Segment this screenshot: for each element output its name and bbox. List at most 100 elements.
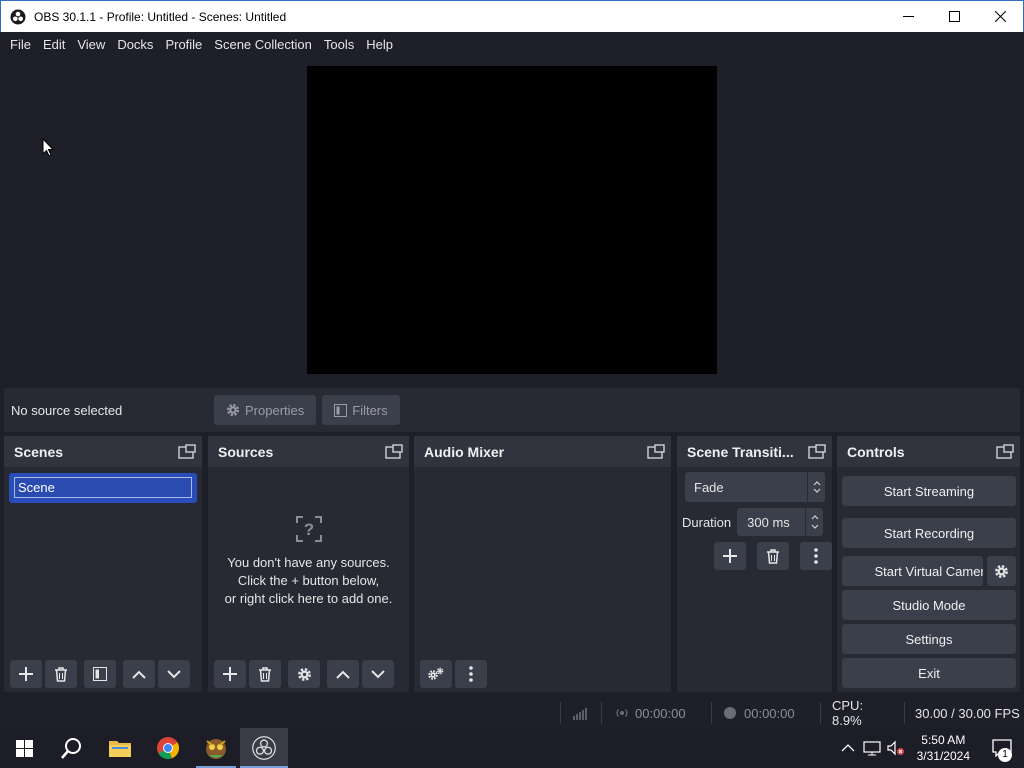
search-button[interactable] xyxy=(48,728,96,768)
filters-button[interactable]: Filters xyxy=(322,395,400,425)
minimize-button[interactable] xyxy=(885,1,931,33)
gear-icon xyxy=(226,403,240,417)
undock-icon[interactable] xyxy=(808,443,826,460)
maximize-button[interactable] xyxy=(931,1,977,33)
audio-mixer-toolbar xyxy=(414,656,671,692)
spin-arrows-icon[interactable] xyxy=(805,508,823,536)
settings-button[interactable]: Settings xyxy=(842,624,1016,654)
menu-scene-collection[interactable]: Scene Collection xyxy=(208,32,318,57)
remove-transition-button[interactable] xyxy=(757,542,789,570)
controls-dock: Controls Start Streaming Start Recording… xyxy=(837,436,1020,692)
controls-dock-header: Controls xyxy=(837,436,1020,467)
context-bar: No source selected Properties Filters xyxy=(4,388,1020,432)
plus-icon xyxy=(723,549,737,563)
filter-icon xyxy=(334,403,348,417)
duration-value: 300 ms xyxy=(747,514,790,530)
virtual-camera-settings-button[interactable] xyxy=(987,556,1016,586)
scenes-toolbar xyxy=(4,656,202,692)
menu-docks[interactable]: Docks xyxy=(111,32,159,57)
select-arrows-icon xyxy=(807,472,825,502)
game-app-button[interactable] xyxy=(192,728,240,768)
preview-canvas[interactable] xyxy=(307,66,717,374)
sources-title: Sources xyxy=(218,443,274,460)
start-button[interactable] xyxy=(0,728,48,768)
add-scene-button[interactable] xyxy=(10,660,42,688)
no-source-label: No source selected xyxy=(11,402,123,418)
sources-empty-state[interactable]: ? You don't have any sources. Click the … xyxy=(208,514,409,608)
app-character-icon xyxy=(206,739,226,759)
network-icon[interactable] xyxy=(863,740,881,756)
scenes-dock: Scenes Scene xyxy=(4,436,202,692)
move-source-down-button[interactable] xyxy=(362,660,394,688)
menu-bar: File Edit View Docks Profile Scene Colle… xyxy=(0,32,1024,57)
sources-toolbar xyxy=(208,656,409,692)
start-streaming-button[interactable]: Start Streaming xyxy=(842,476,1016,506)
windows-logo-icon xyxy=(15,739,33,757)
duration-spinbox[interactable]: 300 ms xyxy=(737,508,824,536)
scene-transitions-dock: Scene Transiti... Fade Duration 300 ms xyxy=(677,436,832,692)
undock-icon[interactable] xyxy=(385,443,403,460)
source-properties-button[interactable] xyxy=(288,660,320,688)
action-center-button[interactable]: 1 xyxy=(980,728,1024,768)
menu-tools[interactable]: Tools xyxy=(318,32,360,57)
advanced-audio-button[interactable] xyxy=(420,660,452,688)
clock-time: 5:50 AM xyxy=(921,733,966,747)
folder-icon xyxy=(109,741,131,757)
transition-menu-button[interactable] xyxy=(800,542,832,570)
remove-scene-button[interactable] xyxy=(45,660,77,688)
start-virtual-camera-button[interactable]: Start Virtual Camera xyxy=(842,556,983,586)
trash-icon xyxy=(259,666,271,682)
move-scene-up-button[interactable] xyxy=(123,660,155,688)
undock-icon[interactable] xyxy=(647,443,665,460)
chevron-up-icon xyxy=(336,670,350,679)
audio-menu-button[interactable] xyxy=(455,660,487,688)
sources-dock-header: Sources xyxy=(208,436,409,467)
filter-icon xyxy=(93,667,107,681)
volume-muted-icon[interactable] xyxy=(887,740,905,756)
svg-text:?: ? xyxy=(303,520,313,539)
question-mark-icon: ? xyxy=(295,516,322,542)
stream-time: 00:00:00 xyxy=(635,705,686,721)
window-title: OBS 30.1.1 - Profile: Untitled - Scenes:… xyxy=(34,9,287,24)
chrome-button[interactable] xyxy=(144,728,192,768)
system-clock[interactable]: 5:50 AM 3/31/2024 xyxy=(907,732,980,764)
empty-line-3: or right click here to add one. xyxy=(224,591,393,606)
start-recording-button[interactable]: Start Recording xyxy=(842,518,1016,548)
add-source-button[interactable] xyxy=(214,660,246,688)
undock-icon[interactable] xyxy=(178,443,196,460)
title-bar: OBS 30.1.1 - Profile: Untitled - Scenes:… xyxy=(0,0,1024,32)
obs-taskbar-button[interactable] xyxy=(240,728,288,768)
gear-icon xyxy=(297,667,311,681)
network-bars-icon xyxy=(573,708,587,720)
trash-icon xyxy=(767,548,779,564)
menu-file[interactable]: File xyxy=(4,32,37,57)
transitions-dock-header: Scene Transiti... xyxy=(677,436,832,467)
remove-source-button[interactable] xyxy=(249,660,281,688)
studio-mode-button[interactable]: Studio Mode xyxy=(842,590,1016,620)
properties-button[interactable]: Properties xyxy=(214,395,317,425)
file-explorer-button[interactable] xyxy=(96,728,144,768)
close-button[interactable] xyxy=(977,1,1023,33)
move-source-up-button[interactable] xyxy=(327,660,359,688)
undock-icon[interactable] xyxy=(996,443,1014,460)
menu-view[interactable]: View xyxy=(71,32,111,57)
menu-help[interactable]: Help xyxy=(360,32,399,57)
add-transition-button[interactable] xyxy=(714,542,746,570)
mouse-cursor-icon xyxy=(42,138,54,157)
move-scene-down-button[interactable] xyxy=(158,660,190,688)
fps-readout: 30.00 / 30.00 FPS xyxy=(915,705,1020,721)
transition-type-select[interactable]: Fade xyxy=(685,472,825,502)
scene-list-item[interactable]: Scene xyxy=(9,473,197,503)
transitions-title: Scene Transiti... xyxy=(687,443,794,460)
chevron-up-icon[interactable] xyxy=(841,743,855,753)
scene-name[interactable]: Scene xyxy=(14,477,192,498)
status-bar: 00:00:00 00:00:00 CPU: 8.9% 30.00 / 30.0… xyxy=(0,698,1024,728)
audio-mixer-dock: Audio Mixer xyxy=(414,436,671,692)
audio-mixer-dock-header: Audio Mixer xyxy=(414,436,671,467)
exit-button[interactable]: Exit xyxy=(842,658,1016,688)
menu-edit[interactable]: Edit xyxy=(37,32,71,57)
filters-label: Filters xyxy=(352,402,388,418)
scene-filters-button[interactable] xyxy=(84,660,116,688)
preview-area[interactable] xyxy=(0,57,1024,387)
menu-profile[interactable]: Profile xyxy=(159,32,208,57)
